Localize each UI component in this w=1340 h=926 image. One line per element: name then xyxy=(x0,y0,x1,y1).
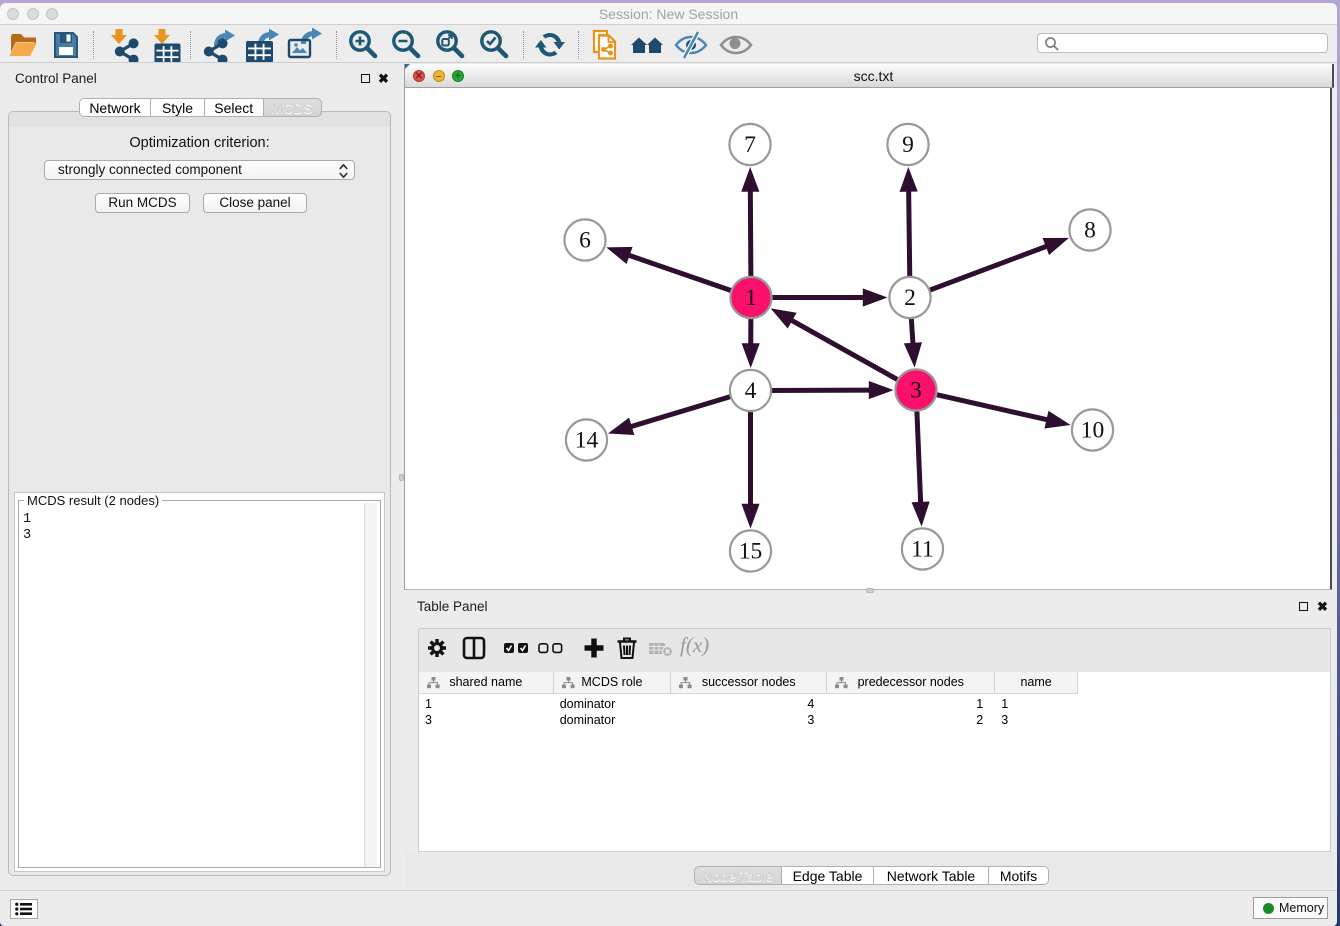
svg-text:15: 15 xyxy=(739,539,763,565)
svg-text:2: 2 xyxy=(904,285,916,311)
svg-text:7: 7 xyxy=(744,132,756,158)
svg-text:4: 4 xyxy=(745,378,757,404)
svg-text:10: 10 xyxy=(1081,418,1105,444)
svg-text:3: 3 xyxy=(910,378,922,404)
svg-text:6: 6 xyxy=(579,228,591,254)
svg-text:8: 8 xyxy=(1084,218,1096,244)
svg-text:9: 9 xyxy=(902,132,914,158)
svg-text:11: 11 xyxy=(911,537,934,563)
svg-text:14: 14 xyxy=(575,428,599,454)
svg-text:1: 1 xyxy=(745,285,757,311)
